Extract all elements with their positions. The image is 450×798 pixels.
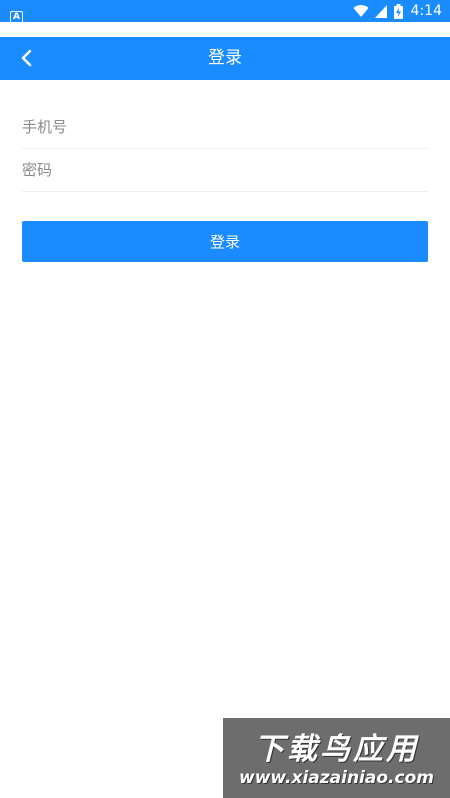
status-icons: 4:14: [353, 2, 442, 20]
watermark-logo: 下载鸟应用 www.xiazainiao.com: [223, 718, 450, 798]
wifi-icon: [353, 4, 369, 17]
phone-field-row: [22, 106, 428, 149]
login-form: [22, 106, 428, 192]
back-button[interactable]: [12, 43, 42, 73]
status-time: 4:14: [410, 3, 442, 19]
app-bar: 登录: [0, 37, 450, 80]
battery-charging-icon: [393, 3, 403, 19]
page-title: 登录: [208, 48, 242, 68]
phone-input[interactable]: [22, 118, 428, 136]
login-button[interactable]: 登录: [22, 221, 428, 262]
cell-signal-icon: [374, 4, 387, 18]
password-input[interactable]: [22, 161, 428, 179]
watermark-title: 下载鸟应用: [254, 732, 419, 767]
status-bar: A 4:14: [0, 0, 450, 24]
password-field-row: [22, 149, 428, 192]
status-left: A: [10, 4, 23, 24]
watermark-url: www.xiazainiao.com: [239, 768, 434, 788]
status-spacer: [0, 22, 450, 37]
chevron-left-icon: [21, 49, 32, 67]
